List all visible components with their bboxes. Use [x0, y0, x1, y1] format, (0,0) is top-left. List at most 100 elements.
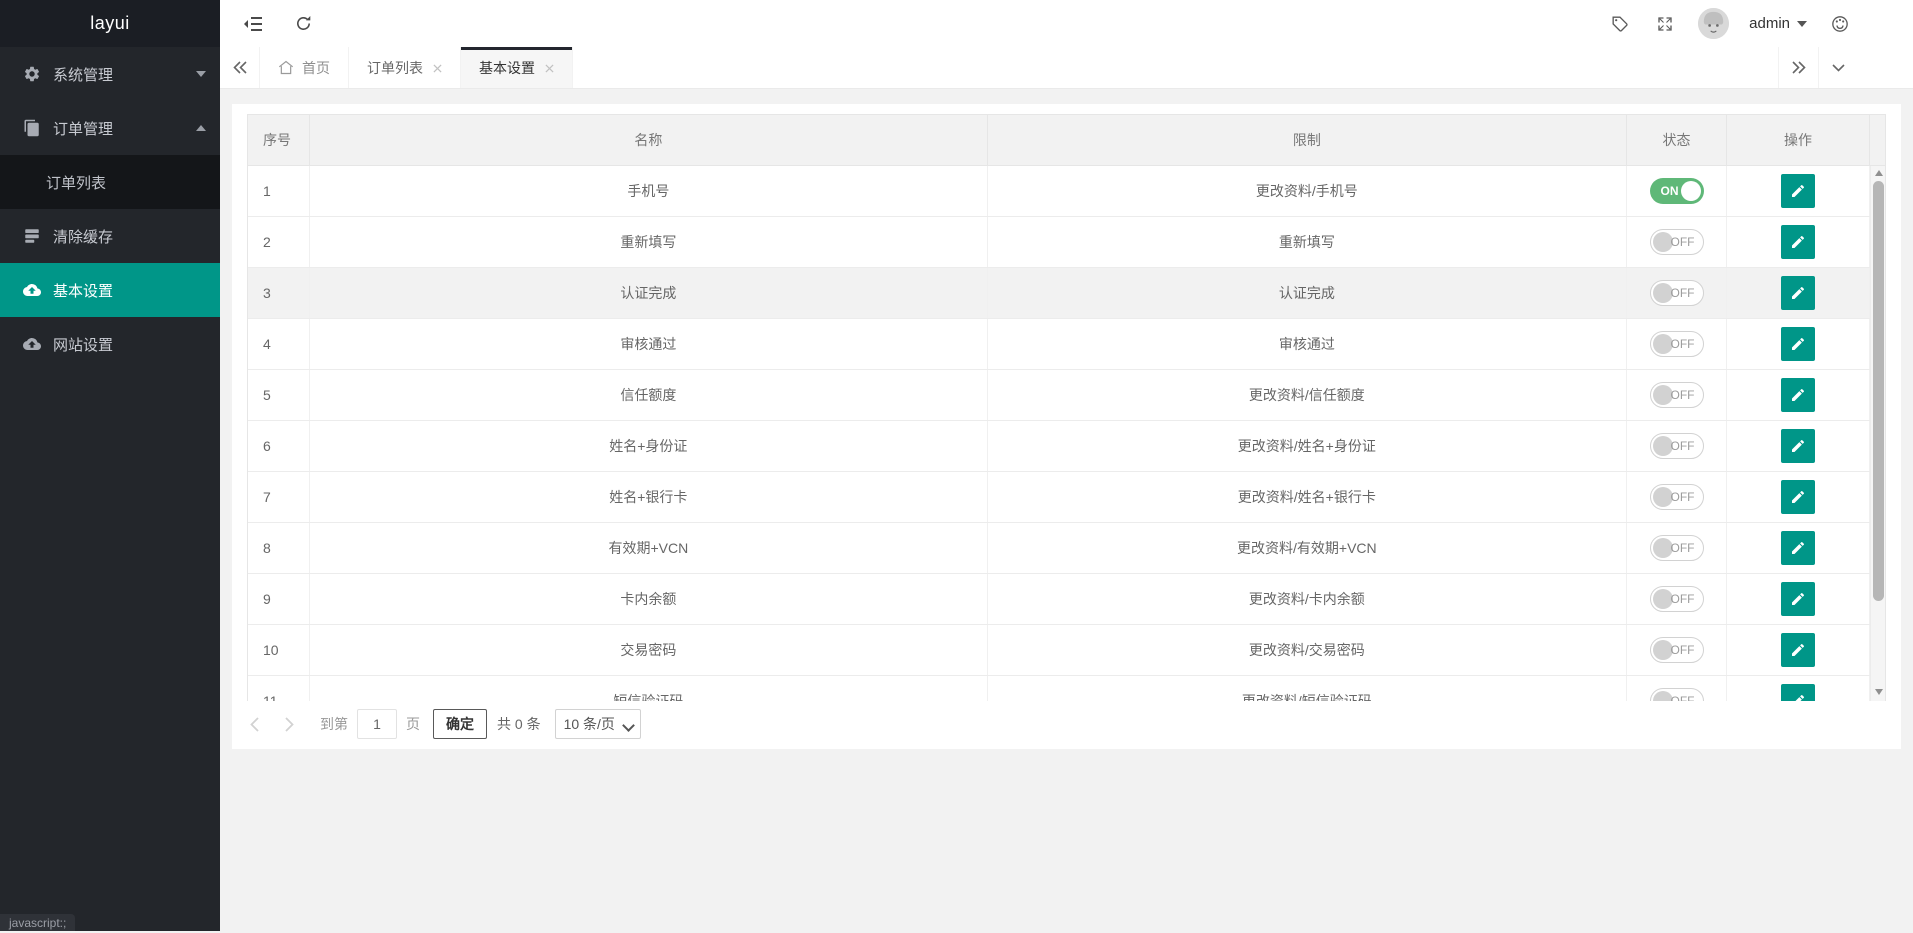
total-count: 共 0 条	[497, 714, 541, 734]
sidebar-item-basic-settings[interactable]: 基本设置	[0, 263, 220, 317]
col-header-action: 操作	[1727, 115, 1870, 165]
tab-order-list[interactable]: 订单列表	[349, 47, 461, 88]
sidebar-item-order-management[interactable]: 订单管理	[0, 101, 220, 155]
refresh-icon[interactable]	[290, 11, 316, 37]
tab-home[interactable]: 首页	[260, 47, 349, 88]
switch-label: ON	[1661, 184, 1679, 198]
status-switch[interactable]: OFF	[1650, 535, 1704, 561]
sidebar-item-clear-cache[interactable]: 清除缓存	[0, 209, 220, 263]
cell-name: 重新填写	[310, 217, 988, 267]
chevron-down-icon	[1797, 21, 1807, 27]
next-page-icon[interactable]	[285, 717, 294, 732]
switch-knob	[1653, 589, 1673, 609]
pencil-icon	[1790, 693, 1806, 701]
edit-button[interactable]	[1781, 378, 1815, 412]
table-row: 8 有效期+VCN 更改资料/有效期+VCN OFF	[248, 523, 1885, 574]
scrollbar-thumb[interactable]	[1873, 181, 1884, 601]
cell-no: 5	[248, 370, 310, 420]
close-icon[interactable]	[545, 60, 554, 76]
cell-no: 11	[248, 676, 310, 701]
table-row: 6 姓名+身份证 更改资料/姓名+身份证 OFF	[248, 421, 1885, 472]
switch-label: OFF	[1671, 541, 1695, 555]
prev-page-icon[interactable]	[250, 717, 259, 732]
theme-palette-icon[interactable]	[1827, 11, 1853, 37]
sidebar-item-site-settings[interactable]: 网站设置	[0, 317, 220, 371]
cell-no: 2	[248, 217, 310, 267]
app-logo: layui	[0, 0, 220, 47]
cell-no: 7	[248, 472, 310, 522]
cell-name: 手机号	[310, 166, 988, 216]
status-switch[interactable]: OFF	[1650, 586, 1704, 612]
status-switch[interactable]: OFF	[1650, 688, 1704, 701]
sidebar-item-system-management[interactable]: 系统管理	[0, 47, 220, 101]
cell-limit: 更改资料/姓名+身份证	[988, 421, 1627, 471]
cell-name: 卡内余额	[310, 574, 988, 624]
chevron-down-icon	[196, 71, 206, 77]
status-switch[interactable]: OFF	[1650, 433, 1704, 459]
edit-button[interactable]	[1781, 480, 1815, 514]
table-row: 2 重新填写 重新填写 OFF	[248, 217, 1885, 268]
edit-button[interactable]	[1781, 633, 1815, 667]
edit-button[interactable]	[1781, 582, 1815, 616]
status-switch[interactable]: ON	[1650, 178, 1704, 204]
pencil-icon	[1790, 183, 1806, 199]
orders-icon	[23, 119, 41, 137]
switch-knob	[1681, 181, 1701, 201]
switch-label: OFF	[1671, 643, 1695, 657]
tab-label: 首页	[302, 58, 330, 78]
user-menu[interactable]: admin	[1749, 15, 1807, 32]
cell-limit: 更改资料/交易密码	[988, 625, 1627, 675]
switch-knob	[1653, 538, 1673, 558]
status-switch[interactable]: OFF	[1650, 229, 1704, 255]
tabs-scroll-right-icon[interactable]	[1778, 47, 1818, 88]
col-header-limit: 限制	[988, 115, 1627, 165]
switch-label: OFF	[1671, 337, 1695, 351]
scroll-down-icon[interactable]	[1871, 685, 1886, 699]
page-size-select[interactable]: 10 条/页	[555, 709, 641, 739]
page-number-input[interactable]	[357, 709, 397, 739]
tabs-menu-icon[interactable]	[1818, 47, 1858, 88]
table-body: 1 手机号 更改资料/手机号 ON 2 重新填写 重新填写 OFF	[247, 166, 1886, 701]
cell-name: 审核通过	[310, 319, 988, 369]
switch-knob	[1653, 691, 1673, 701]
cell-no: 3	[248, 268, 310, 318]
page-label: 页	[406, 714, 420, 734]
edit-button[interactable]	[1781, 174, 1815, 208]
edit-button[interactable]	[1781, 276, 1815, 310]
close-icon[interactable]	[433, 60, 442, 76]
status-switch[interactable]: OFF	[1650, 382, 1704, 408]
edit-button[interactable]	[1781, 684, 1815, 701]
pagination-bar: 到第 页 确定 共 0 条 10 条/页	[247, 700, 1886, 747]
avatar[interactable]	[1698, 8, 1729, 39]
edit-button[interactable]	[1781, 225, 1815, 259]
main-content: 序号 名称 限制 状态 操作 1 手机号 更改资料/手机号 ON 2 重新填写	[220, 90, 1913, 931]
tab-label: 订单列表	[367, 58, 423, 78]
tabs-scroll-left-icon[interactable]	[220, 47, 260, 88]
collapse-sidebar-icon[interactable]	[240, 11, 266, 37]
fullscreen-icon[interactable]	[1652, 11, 1678, 37]
status-switch[interactable]: OFF	[1650, 280, 1704, 306]
cloud-upload-icon	[23, 281, 41, 299]
table-scrollbar[interactable]	[1870, 166, 1885, 701]
edit-button[interactable]	[1781, 531, 1815, 565]
edit-button[interactable]	[1781, 429, 1815, 463]
cell-limit: 更改资料/卡内余额	[988, 574, 1627, 624]
cell-limit: 更改资料/姓名+银行卡	[988, 472, 1627, 522]
switch-label: OFF	[1671, 388, 1695, 402]
col-header-name: 名称	[310, 115, 988, 165]
tab-bar: 首页 订单列表 基本设置	[220, 47, 1913, 89]
cell-name: 认证完成	[310, 268, 988, 318]
status-switch[interactable]: OFF	[1650, 637, 1704, 663]
switch-knob	[1653, 385, 1673, 405]
cell-name: 信任额度	[310, 370, 988, 420]
pencil-icon	[1790, 642, 1806, 658]
tab-basic-settings[interactable]: 基本设置	[461, 47, 573, 88]
scroll-up-icon[interactable]	[1871, 166, 1886, 180]
sidebar-item-order-list[interactable]: 订单列表	[0, 155, 220, 209]
edit-button[interactable]	[1781, 327, 1815, 361]
tag-icon[interactable]	[1606, 11, 1632, 37]
status-switch[interactable]: OFF	[1650, 484, 1704, 510]
confirm-button[interactable]: 确定	[433, 709, 487, 739]
col-header-status: 状态	[1627, 115, 1727, 165]
status-switch[interactable]: OFF	[1650, 331, 1704, 357]
